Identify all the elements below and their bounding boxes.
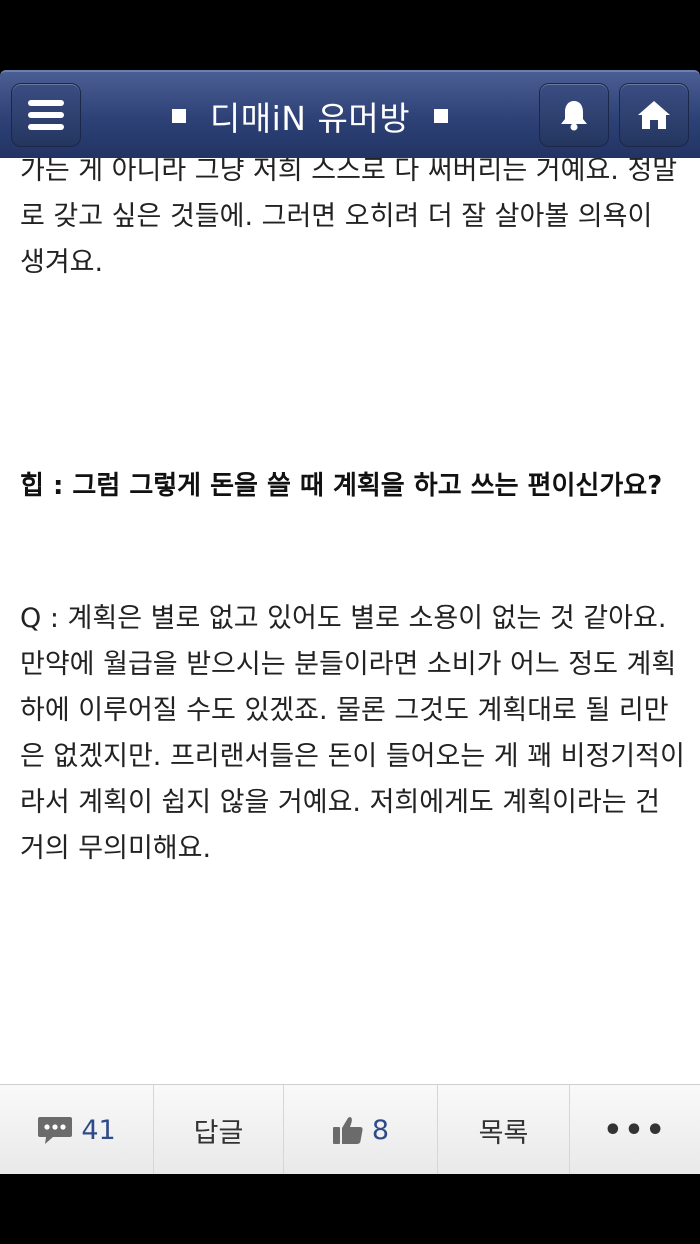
comment-count: 41 (81, 1114, 116, 1146)
speech-bubble-icon (38, 1117, 73, 1144)
more-button[interactable]: ••• (570, 1085, 700, 1175)
bell-icon (561, 101, 587, 131)
reply-label: 답글 (193, 1117, 244, 1149)
hamburger-icon (28, 100, 64, 130)
status-bar (0, 0, 700, 70)
interview-answer: Q : 계획은 별로 없고 있어도 별로 소용이 없는 것 같아요. 만약에 월… (20, 603, 685, 864)
menu-button[interactable] (11, 83, 81, 147)
square-bullet-icon (171, 109, 186, 123)
app-header: 디매iN 유머방 (0, 70, 700, 158)
interview-question: 힙 : 그럼 그렇게 돈을 쓸 때 계획을 하고 쓰는 편이신가요? (20, 471, 663, 501)
comments-button[interactable]: 41 (0, 1085, 154, 1175)
more-dots-icon: ••• (603, 1112, 667, 1148)
board-title-text: 디매iN 유머방 (209, 99, 411, 138)
list-button[interactable]: 목록 (438, 1085, 570, 1175)
board-title[interactable]: 디매iN 유머방 (90, 72, 530, 160)
article-content: 가는 게 아니라 그냥 저희 스스로 다 써버리는 거예요. 정말로 갖고 싶은… (0, 158, 700, 1084)
square-bullet-icon (434, 109, 449, 123)
bottom-toolbar: 41 답글 8 목록 ••• (0, 1084, 700, 1175)
like-count: 8 (371, 1114, 390, 1146)
home-icon (638, 101, 670, 129)
list-label: 목록 (478, 1117, 529, 1149)
notification-button[interactable] (539, 83, 609, 147)
system-nav-bar (0, 1174, 700, 1244)
like-button[interactable]: 8 (284, 1085, 438, 1175)
article-paragraph: 가는 게 아니라 그냥 저희 스스로 다 써버리는 거예요. 정말로 갖고 싶은… (20, 158, 678, 278)
reply-button[interactable]: 답글 (154, 1085, 284, 1175)
thumbs-up-icon (332, 1117, 363, 1144)
home-button[interactable] (619, 83, 689, 147)
